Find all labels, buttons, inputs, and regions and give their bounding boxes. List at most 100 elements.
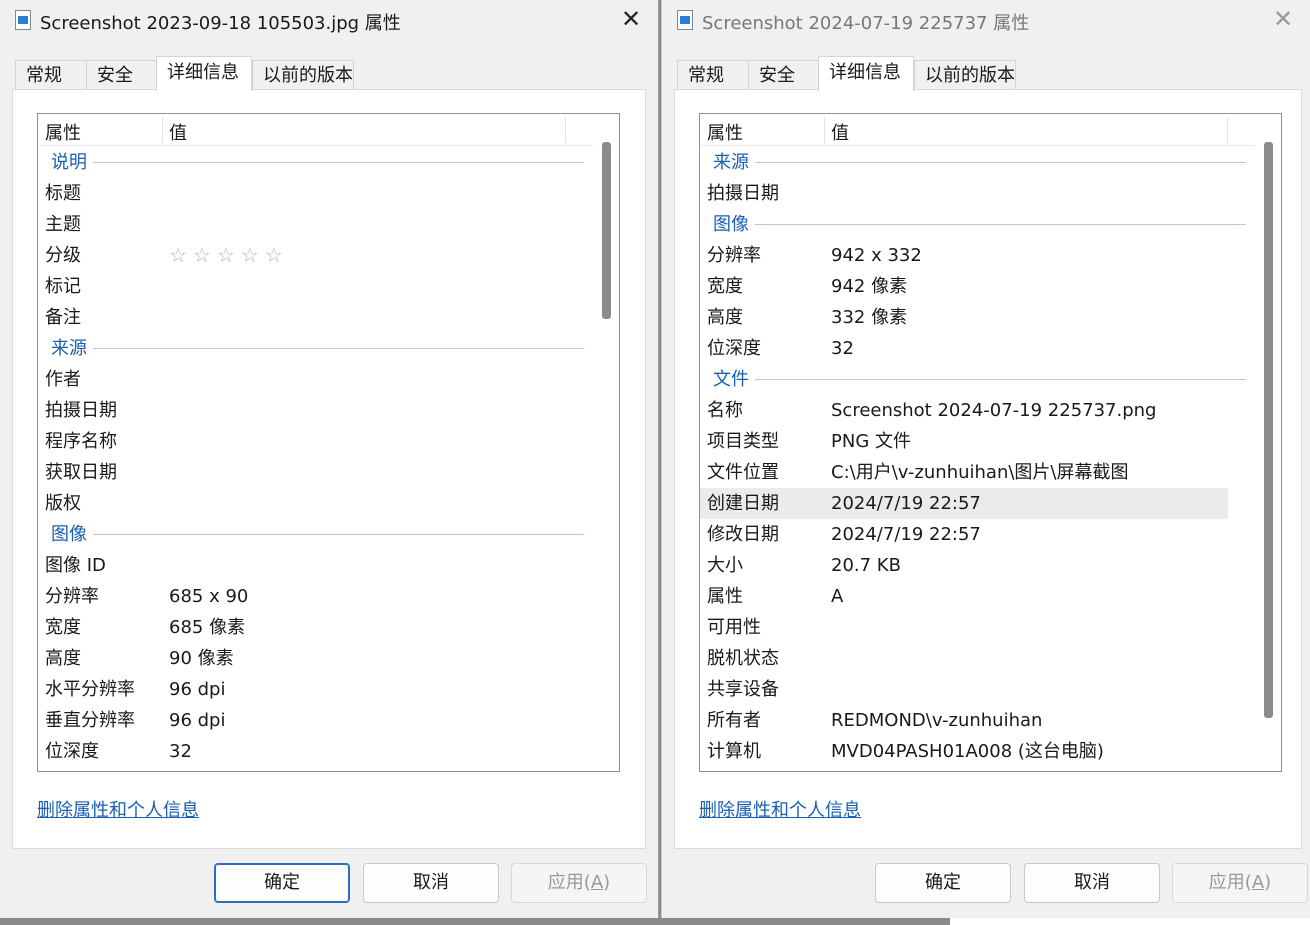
list-item[interactable]: 宽度 685 像素 — [38, 612, 594, 643]
tab-previous-versions[interactable]: 以前的版本 — [914, 60, 1016, 90]
property-value[interactable]: MVD04PASH01A008 (这台电脑) — [831, 736, 1104, 767]
list-item[interactable]: 项目类型 PNG 文件 — [700, 426, 1256, 457]
tab-details[interactable]: 详细信息 — [818, 56, 914, 91]
property-value[interactable]: REDMOND\v-zunhuihan — [831, 705, 1042, 736]
list-item[interactable]: 位深度 32 — [700, 333, 1256, 364]
group-divider — [88, 534, 584, 535]
apply-label: 应用( — [1208, 872, 1252, 893]
list-item[interactable]: 标记 — [38, 271, 594, 302]
list-item-hovered[interactable]: 创建日期 2024/7/19 22:57 — [700, 488, 1228, 519]
property-name: 图像 ID — [45, 555, 106, 576]
list-item[interactable]: 脱机状态 — [700, 643, 1256, 674]
tab-details[interactable]: 详细信息 — [156, 56, 252, 91]
list-item[interactable]: 备注 — [38, 302, 594, 333]
property-value[interactable]: 96 dpi — [169, 674, 225, 705]
list-item[interactable]: 拍摄日期 — [38, 395, 594, 426]
cancel-button[interactable]: 取消 — [363, 863, 499, 903]
property-value[interactable]: 90 像素 — [169, 643, 234, 674]
list-item[interactable]: 分辨率 942 x 332 — [700, 240, 1256, 271]
column-header-property[interactable]: 属性 — [707, 119, 743, 145]
scrollbar-thumb[interactable] — [1264, 142, 1273, 718]
column-divider[interactable] — [1227, 117, 1228, 143]
property-value[interactable]: 2024/7/19 22:57 — [831, 488, 981, 519]
tab-security[interactable]: 安全 — [86, 60, 158, 90]
list-item[interactable]: 所有者 REDMOND\v-zunhuihan — [700, 705, 1256, 736]
column-divider[interactable] — [565, 117, 566, 143]
list-item[interactable]: 水平分辨率 96 dpi — [38, 674, 594, 705]
list-item[interactable]: 图像 ID — [38, 550, 594, 581]
vertical-scrollbar[interactable] — [1255, 114, 1281, 771]
title-bar: Screenshot 2023-09-18 105503.jpg 属性 ✕ — [0, 0, 658, 42]
tab-security[interactable]: 安全 — [748, 60, 820, 90]
column-header-property[interactable]: 属性 — [45, 119, 81, 145]
property-name: 共享设备 — [707, 679, 779, 700]
property-value[interactable]: 32 — [831, 333, 854, 364]
image-file-icon — [15, 10, 31, 30]
property-name: 名称 — [707, 400, 743, 421]
list-item[interactable]: 分级 ☆☆☆☆☆ — [38, 240, 594, 271]
list-item[interactable]: 垂直分辨率 96 dpi — [38, 705, 594, 736]
property-value[interactable]: 20.7 KB — [831, 550, 901, 581]
property-value[interactable]: 685 像素 — [169, 612, 245, 643]
scrollbar-thumb[interactable] — [602, 142, 611, 319]
property-value[interactable]: 332 像素 — [831, 302, 907, 333]
list-item[interactable]: 高度 90 像素 — [38, 643, 594, 674]
list-item[interactable]: 宽度 942 像素 — [700, 271, 1256, 302]
close-button[interactable]: ✕ — [1270, 6, 1296, 32]
list-item[interactable]: 位深度 32 — [38, 736, 594, 767]
column-divider[interactable] — [162, 117, 163, 143]
list-item[interactable]: 标题 — [38, 178, 594, 209]
list-item[interactable]: 名称 Screenshot 2024-07-19 225737.png — [700, 395, 1256, 426]
list-item[interactable]: 分辨率 685 x 90 — [38, 581, 594, 612]
list-item[interactable]: 计算机 MVD04PASH01A008 (这台电脑) — [700, 736, 1256, 767]
column-divider[interactable] — [824, 117, 825, 143]
properties-list[interactable]: 属性 值 说明 标题 主题 分级 ☆☆☆☆☆ 标记 备注 来源 作者 拍摄日期 程… — [37, 113, 620, 772]
vertical-scrollbar[interactable] — [593, 114, 619, 771]
list-item[interactable]: 可用性 — [700, 612, 1256, 643]
tab-general[interactable]: 常规 — [15, 60, 87, 90]
tab-general[interactable]: 常规 — [677, 60, 749, 90]
list-item[interactable]: 拍摄日期 — [700, 178, 1256, 209]
properties-list[interactable]: 属性 值 来源 拍摄日期 图像 分辨率 942 x 332 宽度 942 像素 高度… — [699, 113, 1282, 772]
apply-button[interactable]: 应用(A) — [1172, 863, 1308, 903]
property-value[interactable]: PNG 文件 — [831, 426, 911, 457]
property-value[interactable]: C:\用户\v-zunhuihan\图片\屏幕截图 — [831, 457, 1128, 488]
property-name: 垂直分辨率 — [45, 710, 135, 731]
apply-button[interactable]: 应用(A) — [511, 863, 647, 903]
cancel-button[interactable]: 取消 — [1024, 863, 1160, 903]
property-value[interactable]: 942 像素 — [831, 271, 907, 302]
list-item[interactable]: 作者 — [38, 364, 594, 395]
list-item[interactable]: 高度 332 像素 — [700, 302, 1256, 333]
list-item[interactable]: 获取日期 — [38, 457, 594, 488]
property-name: 所有者 — [707, 710, 761, 731]
tab-previous-versions[interactable]: 以前的版本 — [252, 60, 354, 90]
list-item[interactable]: 共享设备 — [700, 674, 1256, 705]
list-item[interactable]: 大小 20.7 KB — [700, 550, 1256, 581]
list-item[interactable]: 文件位置 C:\用户\v-zunhuihan\图片\屏幕截图 — [700, 457, 1256, 488]
property-value[interactable]: 96 dpi — [169, 705, 225, 736]
ok-button[interactable]: 确定 — [875, 863, 1011, 903]
property-value[interactable]: 685 x 90 — [169, 581, 248, 612]
property-name: 项目类型 — [707, 431, 779, 452]
list-item[interactable]: 程序名称 — [38, 426, 594, 457]
group-title: 图像 — [51, 519, 93, 550]
remove-properties-link[interactable]: 删除属性和个人信息 — [699, 796, 861, 822]
property-value[interactable]: A — [831, 581, 843, 612]
property-name: 宽度 — [45, 617, 81, 638]
group-title: 来源 — [713, 147, 755, 178]
property-value[interactable]: 2024/7/19 22:57 — [831, 519, 981, 550]
rating-stars[interactable]: ☆☆☆☆☆ — [169, 240, 289, 271]
column-header-value[interactable]: 值 — [831, 119, 849, 145]
property-value[interactable]: Screenshot 2024-07-19 225737.png — [831, 395, 1157, 426]
ok-button[interactable]: 确定 — [214, 863, 350, 903]
list-item[interactable]: 修改日期 2024/7/19 22:57 — [700, 519, 1256, 550]
list-item[interactable]: 主题 — [38, 209, 594, 240]
property-name: 标记 — [45, 276, 81, 297]
property-value[interactable]: 942 x 332 — [831, 240, 922, 271]
list-item[interactable]: 版权 — [38, 488, 594, 519]
remove-properties-link[interactable]: 删除属性和个人信息 — [37, 796, 199, 822]
column-header-value[interactable]: 值 — [169, 119, 187, 145]
list-item[interactable]: 属性 A — [700, 581, 1256, 612]
close-button[interactable]: ✕ — [618, 6, 644, 32]
property-value[interactable]: 32 — [169, 736, 192, 767]
